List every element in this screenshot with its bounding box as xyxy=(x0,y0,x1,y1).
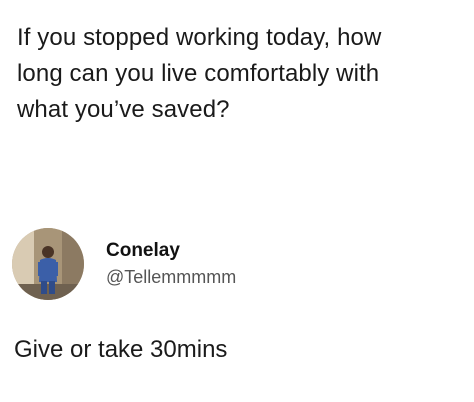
user-handle[interactable]: @Tellemmmmm xyxy=(106,265,236,289)
post-text: If you stopped working today, how long c… xyxy=(17,24,382,123)
user-photo-avatar-icon xyxy=(12,228,84,300)
avatar[interactable] xyxy=(12,228,84,300)
reply-author[interactable]: Conelay @Tellemmmmm xyxy=(12,228,236,300)
user-info: Conelay @Tellemmmmm xyxy=(106,239,236,289)
reply-text: Give or take 30mins xyxy=(14,336,228,363)
display-name[interactable]: Conelay xyxy=(106,239,236,263)
